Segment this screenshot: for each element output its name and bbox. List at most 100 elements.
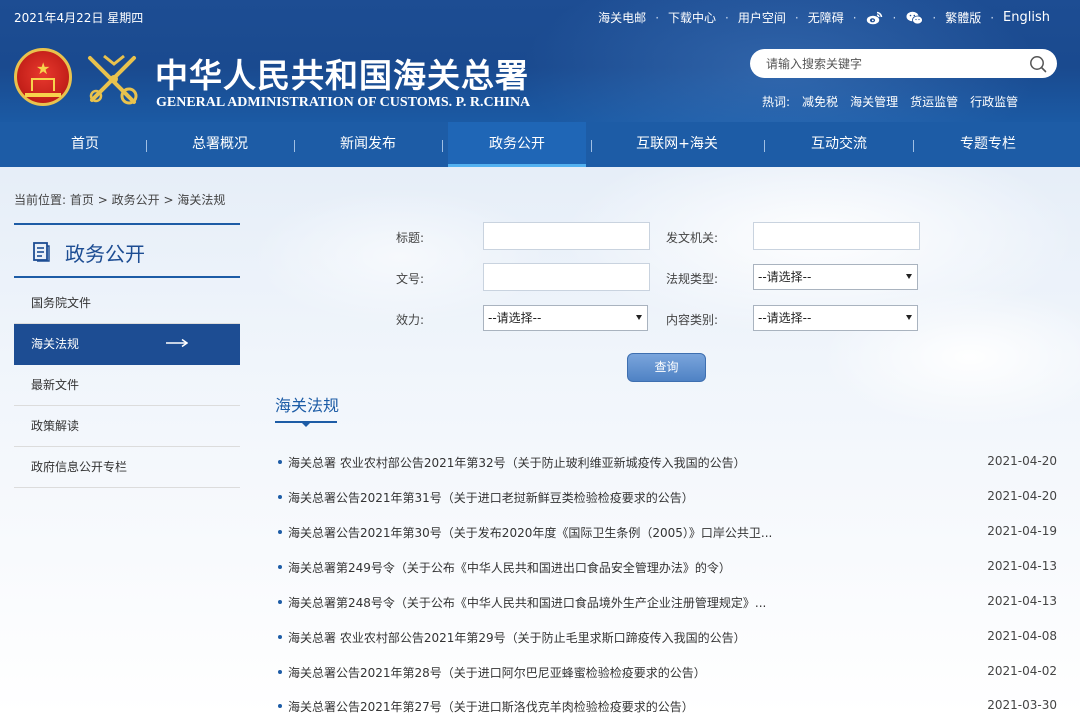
nav-interaction[interactable]: 互动交流 bbox=[788, 122, 890, 167]
arrow-right-icon bbox=[166, 338, 188, 348]
top-separator: · bbox=[990, 10, 995, 25]
effect-label: 效力: bbox=[396, 313, 425, 327]
content-category-select[interactable]: --请选择-- bbox=[753, 305, 918, 331]
nav-home[interactable]: 首页 bbox=[40, 122, 130, 167]
title-input[interactable] bbox=[483, 222, 650, 250]
breadcrumb-government-affairs[interactable]: 政务公开 bbox=[112, 193, 160, 207]
news-date: 2021-04-20 bbox=[987, 454, 1057, 468]
news-title-link[interactable]: 海关总署第249号令（关于公布《中华人民共和国进出口食品安全管理办法》的令） bbox=[288, 559, 731, 576]
main-content: 当前位置: 首页 > 政务公开 > 海关法规 政务公开 国务院文件 海关法规 最… bbox=[0, 167, 1080, 716]
customs-badge-icon[interactable] bbox=[84, 50, 144, 108]
main-nav: 首页 总署概况 新闻发布 政务公开 互联网+海关 互动交流 专题专栏 bbox=[0, 122, 1080, 167]
lang-english[interactable]: English bbox=[1003, 10, 1050, 25]
weibo-icon[interactable] bbox=[866, 10, 884, 26]
news-date: 2021-04-13 bbox=[987, 559, 1057, 573]
news-row[interactable]: 海关总署公告2021年第27号（关于进口斯洛伐克羊肉检验检疫要求的公告） 202… bbox=[278, 696, 1060, 716]
top-link-email[interactable]: 海关电邮 bbox=[598, 9, 646, 26]
docno-input[interactable] bbox=[483, 263, 650, 291]
news-title-link[interactable]: 海关总署公告2021年第28号（关于进口阿尔巴尼亚蜂蜜检验检疫要求的公告） bbox=[288, 664, 706, 681]
lang-traditional[interactable]: 繁體版 bbox=[945, 9, 981, 26]
news-title-link[interactable]: 海关总署 农业农村部公告2021年第29号（关于防止毛里求斯口蹄疫传入我国的公告… bbox=[288, 629, 746, 646]
bullet-icon bbox=[278, 600, 282, 604]
nav-separator bbox=[442, 140, 443, 152]
search-input[interactable] bbox=[766, 55, 1021, 72]
top-separator: · bbox=[852, 10, 857, 25]
nav-separator bbox=[146, 140, 147, 152]
nav-government-affairs[interactable]: 政务公开 bbox=[448, 122, 586, 167]
docno-label: 文号: bbox=[396, 272, 425, 286]
top-link-download[interactable]: 下载中心 bbox=[668, 9, 716, 26]
site-title-en: GENERAL ADMINISTRATION OF CUSTOMS. P. R.… bbox=[156, 95, 531, 110]
breadcrumb-customs-regulations[interactable]: 海关法规 bbox=[177, 193, 225, 207]
top-link-accessibility[interactable]: 无障碍 bbox=[808, 9, 844, 26]
nav-overview[interactable]: 总署概况 bbox=[170, 122, 270, 167]
content-category-label: 内容类别: bbox=[666, 313, 719, 327]
emblem-base bbox=[25, 93, 61, 97]
regulation-type-label: 法规类型: bbox=[666, 272, 719, 286]
caret-down-icon bbox=[636, 315, 642, 320]
emblem-star: ★ bbox=[36, 59, 51, 78]
query-button[interactable]: 查询 bbox=[627, 353, 706, 382]
sidebar-item-info-disclosure[interactable]: 政府信息公开专栏 bbox=[14, 447, 240, 488]
nav-special-topics[interactable]: 专题专栏 bbox=[937, 122, 1039, 167]
content-category-value: --请选择-- bbox=[758, 311, 812, 325]
news-row[interactable]: 海关总署公告2021年第30号（关于发布2020年度《国际卫生条例（2005）》… bbox=[278, 522, 1060, 542]
site-title-cn[interactable]: 中华人民共和国海关总署 bbox=[155, 49, 529, 97]
nav-separator bbox=[913, 140, 914, 152]
top-separator: · bbox=[892, 10, 897, 25]
sidebar-item-label: 国务院文件 bbox=[31, 296, 92, 310]
document-icon bbox=[33, 242, 50, 262]
search-box bbox=[750, 49, 1057, 78]
breadcrumb-home[interactable]: 首页 bbox=[70, 193, 94, 207]
news-row[interactable]: 海关总署第248号令（关于公布《中华人民共和国进口食品境外生产企业注册管理规定》… bbox=[278, 592, 1060, 612]
news-row[interactable]: 海关总署 农业农村部公告2021年第32号（关于防止玻利维亚新城疫传入我国的公告… bbox=[278, 452, 1060, 472]
sidebar-item-state-council-docs[interactable]: 国务院文件 bbox=[14, 283, 240, 324]
regulation-type-select[interactable]: --请选择-- bbox=[753, 264, 918, 290]
top-separator: · bbox=[932, 10, 937, 25]
hot-words-label: 热词: bbox=[762, 95, 791, 109]
site-header: 2021年4月22日 星期四 海关电邮 · 下载中心 · 用户空间 · 无障碍 … bbox=[0, 0, 1080, 122]
sidebar-item-customs-regulations[interactable]: 海关法规 bbox=[14, 324, 240, 365]
issuer-input[interactable] bbox=[753, 222, 920, 250]
news-date: 2021-04-08 bbox=[987, 629, 1057, 643]
news-title-link[interactable]: 海关总署公告2021年第30号（关于发布2020年度《国际卫生条例（2005）》… bbox=[288, 524, 772, 541]
effect-select[interactable]: --请选择-- bbox=[483, 305, 648, 331]
sidebar-item-policy-interpretation[interactable]: 政策解读 bbox=[14, 406, 240, 447]
sidebar-title: 政务公开 bbox=[65, 242, 145, 266]
section-underline-pointer bbox=[302, 423, 310, 427]
sidebar-header: 政务公开 bbox=[14, 223, 240, 278]
wechat-icon[interactable] bbox=[905, 10, 923, 26]
sidebar-item-label: 政府信息公开专栏 bbox=[31, 460, 128, 474]
news-title-link[interactable]: 海关总署第248号令（关于公布《中华人民共和国进口食品境外生产企业注册管理规定》… bbox=[288, 594, 766, 611]
news-title-link[interactable]: 海关总署公告2021年第27号（关于进口斯洛伐克羊肉检验检疫要求的公告） bbox=[288, 698, 694, 715]
search-icon[interactable] bbox=[1029, 55, 1047, 73]
bullet-icon bbox=[278, 670, 282, 674]
regulation-type-value: --请选择-- bbox=[758, 270, 812, 284]
breadcrumb-prefix: 当前位置: bbox=[14, 193, 67, 207]
news-title-link[interactable]: 海关总署 农业农村部公告2021年第32号（关于防止玻利维亚新城疫传入我国的公告… bbox=[288, 454, 746, 471]
top-links: 海关电邮 · 下载中心 · 用户空间 · 无障碍 · · · 繁體版 · Eng… bbox=[598, 9, 1050, 26]
national-emblem-icon[interactable]: ★ bbox=[14, 48, 72, 106]
top-separator: · bbox=[655, 10, 660, 25]
hot-word-link[interactable]: 海关管理 bbox=[850, 93, 898, 110]
news-title-link[interactable]: 海关总署公告2021年第31号（关于进口老挝新鲜豆类检验检疫要求的公告） bbox=[288, 489, 694, 506]
bullet-icon bbox=[278, 635, 282, 639]
sidebar-item-latest-docs[interactable]: 最新文件 bbox=[14, 365, 240, 406]
news-row[interactable]: 海关总署公告2021年第28号（关于进口阿尔巴尼亚蜂蜜检验检疫要求的公告） 20… bbox=[278, 662, 1060, 682]
hot-word-link[interactable]: 货运监管 bbox=[910, 93, 958, 110]
news-row[interactable]: 海关总署公告2021年第31号（关于进口老挝新鲜豆类检验检疫要求的公告） 202… bbox=[278, 487, 1060, 507]
current-date: 2021年4月22日 星期四 bbox=[14, 11, 144, 25]
hot-word-link[interactable]: 行政监管 bbox=[970, 93, 1018, 110]
top-link-user-space[interactable]: 用户空间 bbox=[738, 9, 786, 26]
nav-separator bbox=[764, 140, 765, 152]
hot-word-link[interactable]: 减免税 bbox=[802, 93, 838, 110]
top-separator: · bbox=[725, 10, 729, 25]
news-row[interactable]: 海关总署 农业农村部公告2021年第29号（关于防止毛里求斯口蹄疫传入我国的公告… bbox=[278, 627, 1060, 647]
breadcrumb-separator: > bbox=[163, 193, 174, 207]
caret-down-icon bbox=[906, 274, 912, 279]
bullet-icon bbox=[278, 495, 282, 499]
nav-news[interactable]: 新闻发布 bbox=[318, 122, 418, 167]
news-row[interactable]: 海关总署第249号令（关于公布《中华人民共和国进出口食品安全管理办法》的令） 2… bbox=[278, 557, 1060, 577]
nav-separator bbox=[591, 140, 592, 152]
nav-internet-customs[interactable]: 互联网+海关 bbox=[615, 122, 739, 167]
